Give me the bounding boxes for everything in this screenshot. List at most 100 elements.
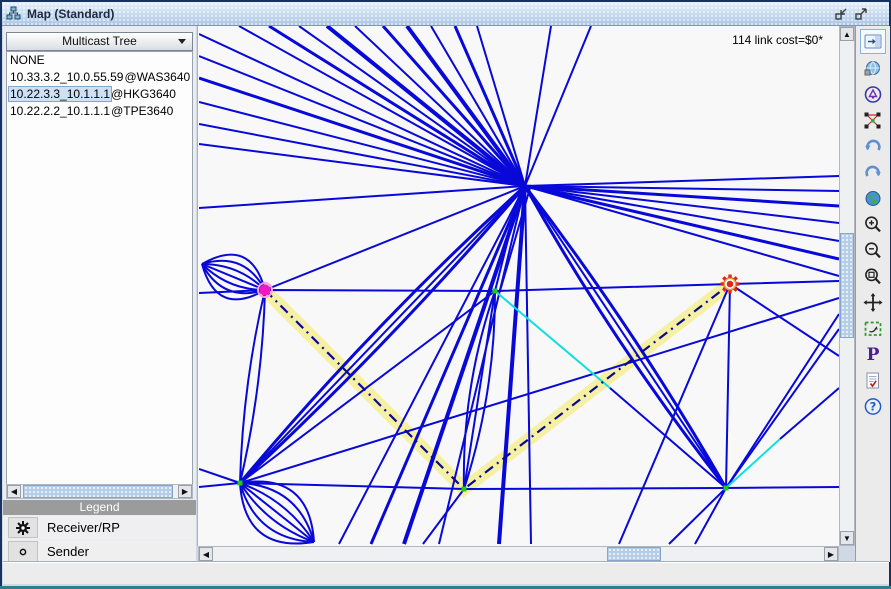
network-map[interactable] xyxy=(199,26,840,545)
status-bar xyxy=(3,562,889,584)
app-window: Map (Standard) Multicast Tree NONE10.33.… xyxy=(0,0,891,589)
svg-text:?: ? xyxy=(870,400,877,414)
map-link xyxy=(610,388,726,488)
svg-text:P: P xyxy=(867,345,880,365)
left-panel: Multicast Tree NONE10.33.3.2_10.0.55.59@… xyxy=(3,26,196,562)
legend-header: Legend xyxy=(3,500,196,515)
fit-selection-icon xyxy=(862,318,884,339)
world-3d-button[interactable] xyxy=(861,57,885,80)
map-link xyxy=(525,26,551,186)
sidebar-hscrollbar[interactable]: ◀ ▶ xyxy=(6,484,193,499)
globe-button[interactable] xyxy=(861,187,885,210)
tree-list-item[interactable]: 10.33.3.2_10.0.55.59@WAS3640 xyxy=(7,69,192,86)
tree-list-item[interactable]: 10.22.3.3_10.1.1.1@HKG3640 xyxy=(7,86,192,103)
map-node-green[interactable] xyxy=(493,289,498,294)
map-link xyxy=(339,186,525,544)
map-link xyxy=(525,26,591,186)
help-button[interactable]: ? xyxy=(861,395,885,418)
scroll-down-icon[interactable]: ▼ xyxy=(840,531,854,545)
map-node-green[interactable] xyxy=(462,487,467,492)
multicast-tree-dropdown[interactable]: Multicast Tree xyxy=(6,32,193,51)
redo-icon xyxy=(862,162,884,183)
map-vscroll-thumb[interactable] xyxy=(840,233,854,338)
agent-circle-button[interactable] xyxy=(861,83,885,106)
map-vscrollbar[interactable]: ▲ ▼ xyxy=(839,26,855,546)
legend-entry: Receiver/RP xyxy=(3,516,196,539)
zoom-in-button[interactable] xyxy=(861,213,885,236)
zoom-box-icon xyxy=(862,266,884,287)
map-node-green[interactable] xyxy=(724,486,729,491)
network-tree-icon xyxy=(6,6,22,21)
legend-label: Receiver/RP xyxy=(47,520,120,535)
window-inner: Map (Standard) Multicast Tree NONE10.33.… xyxy=(2,2,889,586)
map-node-green[interactable] xyxy=(238,481,243,486)
undo-button[interactable] xyxy=(861,135,885,158)
receiver-rp-icon xyxy=(8,517,38,538)
map-area[interactable]: 114 link cost=$0* xyxy=(197,26,841,546)
link-cost-overlay: 114 link cost=$0* xyxy=(732,33,823,47)
maximize-window-icon[interactable] xyxy=(853,6,869,21)
topology-layout-button[interactable] xyxy=(861,109,885,132)
collapse-right-panel-button[interactable] xyxy=(860,29,886,54)
map-link xyxy=(726,314,839,488)
map-link xyxy=(726,284,730,488)
map-hscrollbar[interactable]: ◀ ▶ xyxy=(198,546,839,562)
legend-entry: Sender xyxy=(3,540,196,563)
map-link-curved xyxy=(525,186,726,488)
world-3d-icon xyxy=(862,58,884,79)
sender-icon xyxy=(8,541,38,562)
restore-window-icon[interactable] xyxy=(833,6,849,21)
map-link xyxy=(780,388,839,439)
globe-icon xyxy=(862,188,884,209)
zoom-box-button[interactable] xyxy=(861,265,885,288)
scroll-right-icon[interactable]: ▶ xyxy=(824,547,838,561)
sidebar-hscroll-thumb[interactable] xyxy=(23,485,173,498)
sender-node[interactable] xyxy=(258,283,272,297)
paths-button[interactable]: P xyxy=(861,343,885,366)
pan-icon xyxy=(862,292,884,313)
pan-button[interactable] xyxy=(861,291,885,314)
zoom-in-icon xyxy=(862,214,884,235)
window-title: Map (Standard) xyxy=(27,7,114,21)
scroll-right-icon[interactable]: ▶ xyxy=(178,485,192,498)
chevron-down-icon xyxy=(178,39,186,44)
map-link xyxy=(730,284,839,356)
map-toolbar: P? xyxy=(855,26,890,562)
multicast-tree-list[interactable]: NONE10.33.3.2_10.0.55.59@WAS364010.22.3.… xyxy=(6,51,193,485)
fit-selection-button[interactable] xyxy=(861,317,885,340)
title-bar[interactable]: Map (Standard) xyxy=(2,2,889,26)
redo-button[interactable] xyxy=(861,161,885,184)
report-icon xyxy=(862,370,884,391)
map-link xyxy=(525,176,839,186)
receiver-target-node[interactable] xyxy=(721,275,740,294)
agent-circle-icon xyxy=(862,84,884,105)
map-link xyxy=(525,186,839,276)
scroll-left-icon[interactable]: ◀ xyxy=(7,485,21,498)
dropdown-label: Multicast Tree xyxy=(62,34,137,48)
scroll-left-icon[interactable]: ◀ xyxy=(199,547,213,561)
tree-list-item[interactable]: 10.22.2.2_10.1.1.1@TPE3640 xyxy=(7,103,192,120)
map-link-curved xyxy=(240,290,265,483)
scroll-up-icon[interactable]: ▲ xyxy=(840,27,854,41)
tree-list-item[interactable]: NONE xyxy=(7,52,192,69)
map-link xyxy=(525,186,839,241)
map-link xyxy=(525,186,531,544)
highlighted-path-band xyxy=(265,284,730,489)
map-link xyxy=(199,483,839,489)
panel-collapse-icon xyxy=(862,31,884,52)
map-link xyxy=(431,26,525,186)
zoom-out-icon xyxy=(862,240,884,261)
zoom-out-button[interactable] xyxy=(861,239,885,262)
map-link xyxy=(669,488,726,544)
map-link xyxy=(726,329,839,488)
topology-icon xyxy=(862,110,884,131)
map-link xyxy=(423,489,464,544)
report-button[interactable] xyxy=(861,369,885,392)
map-link-curved xyxy=(240,290,265,483)
map-link xyxy=(199,469,240,483)
legend-label: Sender xyxy=(47,544,89,559)
help-icon: ? xyxy=(862,396,884,417)
paths-icon: P xyxy=(862,344,884,365)
map-hscroll-thumb[interactable] xyxy=(607,547,661,561)
undo-icon xyxy=(862,136,884,157)
